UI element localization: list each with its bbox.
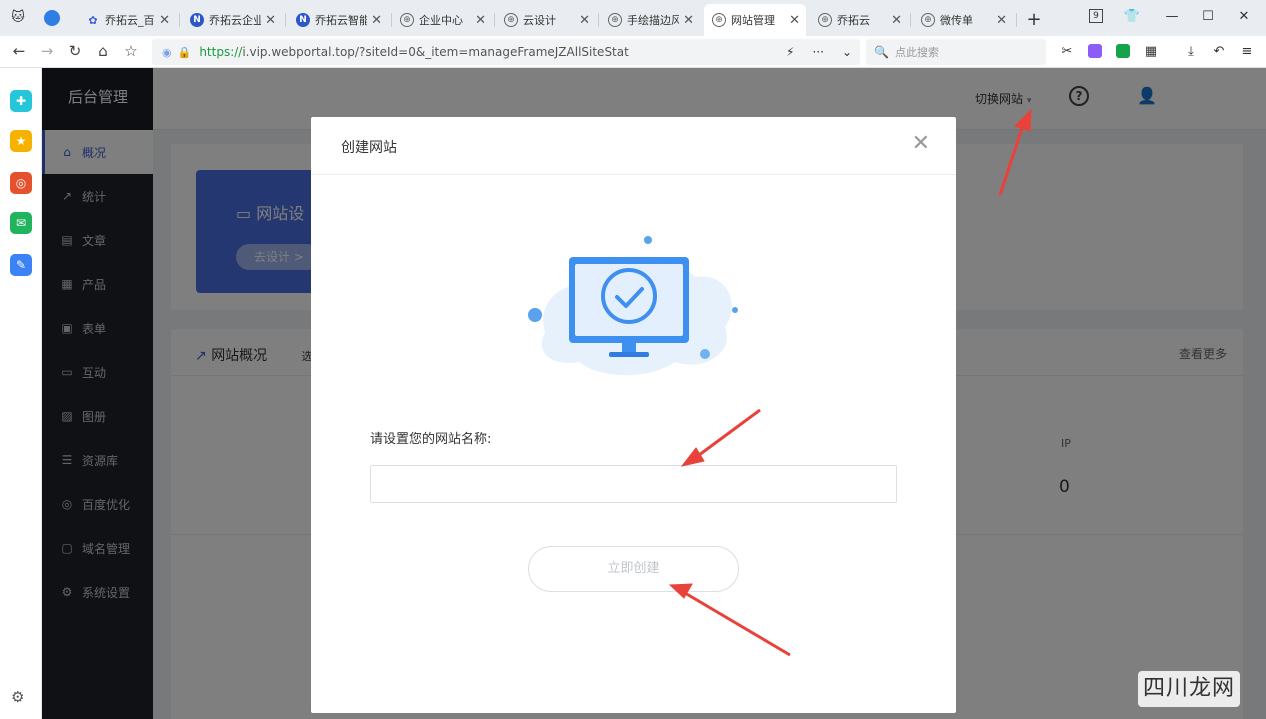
- close-icon[interactable]: ✕: [912, 133, 930, 155]
- close-icon[interactable]: ✕: [891, 13, 902, 28]
- apps-grid-icon[interactable]: ▦: [1140, 40, 1162, 62]
- green-extension-icon[interactable]: [1112, 40, 1134, 62]
- maximize-icon[interactable]: ☐: [1196, 5, 1220, 27]
- tab-label: 乔拓云企业: [209, 14, 262, 27]
- tab-label: 微传单: [940, 14, 973, 27]
- tab-2[interactable]: N 乔拓云企业 ✕: [182, 4, 282, 36]
- bookmark-star-icon[interactable]: ☆: [120, 40, 142, 62]
- browser-logo-icon: 🐱: [11, 9, 25, 25]
- menu-icon[interactable]: ≡: [1236, 40, 1258, 62]
- close-icon[interactable]: ✕: [683, 13, 694, 28]
- tab-label: 乔拓云_百: [105, 14, 155, 27]
- skin-shirt-icon[interactable]: 👕: [1120, 5, 1144, 27]
- close-icon[interactable]: ✕: [475, 13, 486, 28]
- close-icon[interactable]: ✕: [371, 13, 382, 28]
- globe-icon: ⊕: [921, 13, 935, 27]
- site-name-label: 请设置您的网站名称:: [370, 432, 492, 447]
- tab-3[interactable]: N 乔拓云智能 ✕: [288, 4, 388, 36]
- tab-1[interactable]: ✿ 乔拓云_百 ✕: [78, 4, 176, 36]
- back-arrow-icon[interactable]: ←: [8, 40, 30, 62]
- search-input[interactable]: 🔍 点此搜索: [866, 39, 1046, 65]
- monitor-check-illustration: [528, 236, 738, 376]
- window-close-icon[interactable]: ✕: [1232, 5, 1256, 27]
- mail-icon[interactable]: ✉: [10, 212, 32, 234]
- tab-9[interactable]: ⊕ 微传单 ✕: [913, 4, 1013, 36]
- reload-icon[interactable]: ↻: [64, 40, 86, 62]
- n-logo-icon: N: [296, 13, 310, 27]
- close-icon[interactable]: ✕: [265, 13, 276, 28]
- browser-side-panel: ✚ ★ ◎ ✉ ✎: [0, 68, 42, 719]
- url-field[interactable]: ◉ 🔒 https://i.vip.webportal.top/?siteId=…: [152, 39, 860, 65]
- tab-7-active[interactable]: ⊕ 网站管理 ✕: [704, 4, 806, 36]
- lightning-icon[interactable]: ⚡: [786, 45, 794, 59]
- lock-icon: 🔒: [177, 45, 192, 59]
- globe-icon: ⊕: [712, 13, 726, 27]
- site-name-input[interactable]: [370, 465, 897, 503]
- plus-app-icon[interactable]: ✚: [10, 90, 32, 112]
- create-site-dialog: 创建网站 ✕ 请设置您的网站名称: 立即创建: [311, 117, 956, 713]
- create-now-button[interactable]: 立即创建: [528, 546, 739, 592]
- forward-arrow-icon[interactable]: →: [36, 40, 58, 62]
- tab-count-badge[interactable]: 9: [1084, 5, 1108, 27]
- url-text: https://i.vip.webportal.top/?siteId=0&_i…: [199, 45, 629, 59]
- weibo-icon[interactable]: ◎: [10, 172, 32, 194]
- n-logo-icon: N: [190, 13, 204, 27]
- notes-icon[interactable]: ✎: [10, 254, 32, 276]
- favorites-star-icon[interactable]: ★: [10, 130, 32, 152]
- new-tab-plus-icon[interactable]: +: [1022, 8, 1046, 30]
- minimize-icon[interactable]: —: [1160, 5, 1184, 27]
- dialog-title: 创建网站: [341, 140, 397, 156]
- settings-gear-icon[interactable]: ⚙: [11, 688, 24, 706]
- purple-extension-icon[interactable]: [1084, 40, 1106, 62]
- tab-label: 云设计: [523, 14, 556, 27]
- pinned-tab-icon[interactable]: [40, 7, 64, 29]
- tab-8[interactable]: ⊕ 乔拓云 ✕: [810, 4, 908, 36]
- paw-icon: ✿: [88, 13, 98, 27]
- scissors-icon[interactable]: ✂: [1056, 40, 1078, 62]
- undo-icon[interactable]: ↶: [1208, 40, 1230, 62]
- tab-label: 企业中心: [419, 14, 463, 27]
- tab-4[interactable]: ⊕ 企业中心 ✕: [392, 4, 492, 36]
- chevron-down-icon[interactable]: ⌄: [842, 45, 852, 59]
- home-icon[interactable]: ⌂: [92, 40, 114, 62]
- close-icon[interactable]: ✕: [789, 13, 800, 28]
- tab-5[interactable]: ⊕ 云设计 ✕: [496, 4, 596, 36]
- globe-icon: ⊕: [818, 13, 832, 27]
- tab-label: 乔拓云智能: [315, 14, 368, 27]
- site-info-icon[interactable]: ◉: [162, 46, 172, 59]
- tab-label: 网站管理: [731, 14, 775, 27]
- globe-icon: ⊕: [608, 13, 622, 27]
- globe-icon: ⊕: [504, 13, 518, 27]
- tab-label: 乔拓云: [837, 14, 870, 27]
- tab-6[interactable]: ⊕ 手绘描边风 ✕: [600, 4, 700, 36]
- more-dots-icon[interactable]: ···: [812, 45, 823, 59]
- close-icon[interactable]: ✕: [996, 13, 1007, 28]
- tab-label: 手绘描边风: [627, 14, 680, 27]
- close-icon[interactable]: ✕: [579, 13, 590, 28]
- browser-address-bar: ← → ↻ ⌂ ☆ ◉ 🔒 https://i.vip.webportal.to…: [0, 36, 1266, 68]
- watermark: 四川龙网: [1138, 671, 1240, 707]
- close-icon[interactable]: ✕: [159, 13, 170, 28]
- globe-icon: ⊕: [400, 13, 414, 27]
- search-placeholder: 点此搜索: [894, 46, 939, 59]
- dialog-header: 创建网站 ✕: [311, 117, 956, 175]
- search-icon: 🔍: [874, 45, 889, 59]
- download-icon[interactable]: ⤓: [1180, 40, 1202, 62]
- browser-tab-bar: 🐱 ✿ 乔拓云_百 ✕ N 乔拓云企业 ✕ N 乔拓云智能 ✕ ⊕ 企业中心 ✕…: [0, 0, 1266, 36]
